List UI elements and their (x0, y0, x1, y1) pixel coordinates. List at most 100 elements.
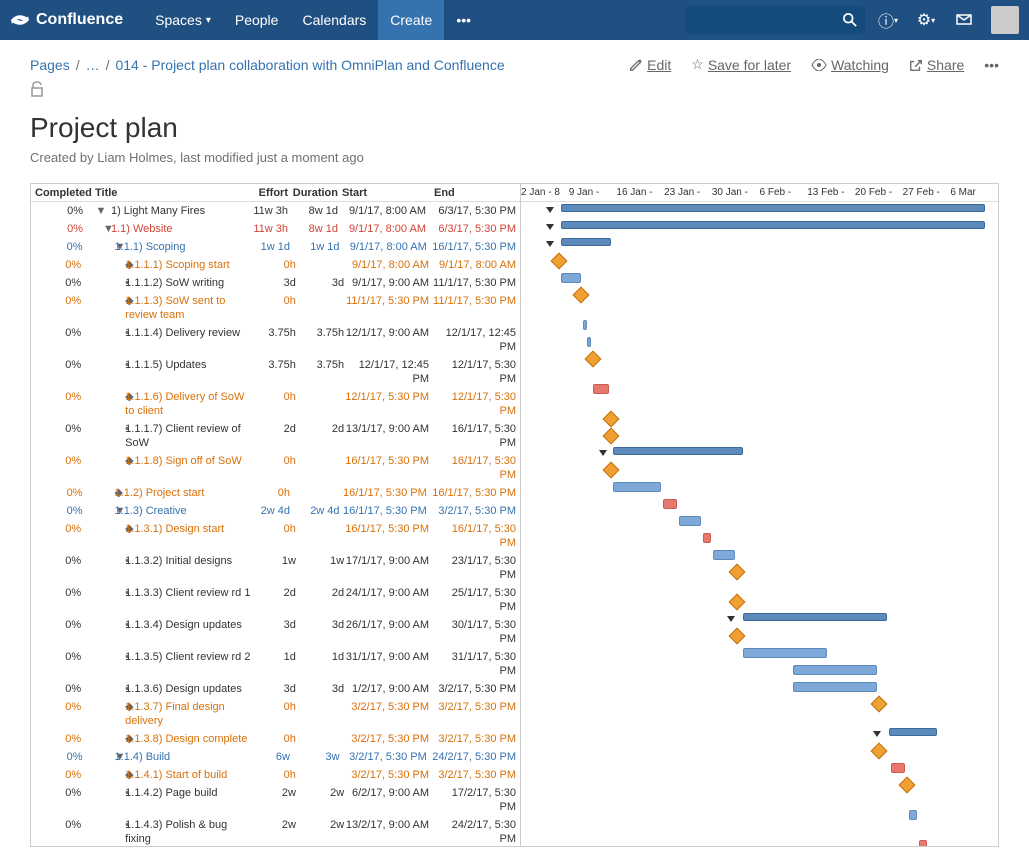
nav-more[interactable]: ••• (444, 0, 483, 40)
breadcrumb-parent[interactable]: … (86, 57, 100, 73)
expand-triangle[interactable] (599, 450, 607, 456)
task-bar[interactable] (909, 810, 917, 820)
expand-triangle[interactable] (727, 616, 735, 622)
task-row[interactable]: 0%•1.1.3.2)Initial designs1w1w17/1/17, 9… (31, 552, 520, 584)
row-marker[interactable]: • (89, 818, 125, 832)
more-actions[interactable]: ••• (984, 57, 999, 73)
col-completed[interactable]: Completed (31, 187, 91, 199)
breadcrumb-current[interactable]: 014 - Project plan collaboration with Om… (115, 57, 504, 73)
nav-calendars[interactable]: Calendars (290, 0, 378, 40)
task-row[interactable]: 0%•1.1.4.2)Page build2w2w6/2/17, 9:00 AM… (31, 784, 520, 816)
row-marker[interactable]: ◆ (89, 454, 125, 468)
settings-icon[interactable]: ⚙▾ (907, 0, 945, 40)
expand-triangle[interactable] (873, 731, 881, 737)
task-row[interactable]: 0%•1.1.4.3)Polish & bug fixing2w2w13/2/1… (31, 816, 520, 846)
expand-triangle[interactable] (546, 207, 554, 213)
row-marker[interactable]: ▼ (91, 750, 115, 764)
task-bar[interactable] (587, 337, 591, 347)
task-bar[interactable] (593, 384, 609, 394)
milestone-diamond[interactable] (603, 411, 620, 428)
task-row[interactable]: 0%•1.1.1.4)Delivery review3.75h3.75h12/1… (31, 324, 520, 356)
row-marker[interactable]: ◆ (89, 700, 125, 714)
task-bar[interactable] (743, 648, 827, 658)
task-row[interactable]: 0%◆1.1.1.8)Sign off of SoW0h16/1/17, 5:3… (31, 452, 520, 484)
milestone-diamond[interactable] (899, 777, 916, 794)
milestone-diamond[interactable] (603, 462, 620, 479)
task-row[interactable]: 0%◆1.1.1.1)Scoping start0h9/1/17, 8:00 A… (31, 256, 520, 274)
row-marker[interactable]: ▼ (91, 504, 115, 518)
summary-bar[interactable] (561, 221, 985, 229)
row-marker[interactable]: • (89, 554, 125, 568)
task-bar[interactable] (679, 516, 701, 526)
user-avatar[interactable] (991, 6, 1019, 34)
task-row[interactable]: 0%•1.1.3.5)Client review rd 21d1d31/1/17… (31, 648, 520, 680)
nav-spaces[interactable]: Spaces▾ (143, 0, 223, 40)
watch-button[interactable]: Watching (811, 57, 889, 73)
task-bar[interactable] (703, 533, 711, 543)
task-row[interactable]: 0%◆1.1.3.8)Design complete0h3/2/17, 5:30… (31, 730, 520, 748)
milestone-diamond[interactable] (573, 287, 590, 304)
help-icon[interactable]: ⓘ▾ (869, 0, 907, 40)
milestone-diamond[interactable] (603, 428, 620, 445)
row-marker[interactable]: ▼ (91, 204, 111, 218)
nav-people[interactable]: People (223, 0, 291, 40)
row-marker[interactable]: ▼ (91, 240, 115, 254)
milestone-diamond[interactable] (585, 351, 602, 368)
row-marker[interactable]: • (89, 326, 125, 340)
col-duration[interactable]: Duration (288, 187, 338, 199)
summary-bar[interactable] (743, 613, 887, 621)
task-bar[interactable] (663, 499, 677, 509)
task-bar[interactable] (919, 840, 927, 846)
task-row[interactable]: 0%•1.1.1.7)Client review of SoW2d2d13/1/… (31, 420, 520, 452)
milestone-diamond[interactable] (729, 564, 746, 581)
unlocked-icon[interactable] (30, 81, 999, 102)
breadcrumb-pages[interactable]: Pages (30, 57, 70, 73)
task-bar[interactable] (793, 682, 877, 692)
task-row[interactable]: 0%◆1.1.2)Project start0h16/1/17, 5:30 PM… (31, 484, 520, 502)
col-effort[interactable]: Effort (246, 187, 288, 199)
row-marker[interactable]: • (89, 276, 125, 290)
expand-triangle[interactable] (546, 224, 554, 230)
task-row[interactable]: 0%◆1.1.3.7)Final design delivery0h3/2/17… (31, 698, 520, 730)
row-marker[interactable]: ◆ (89, 522, 125, 536)
row-marker[interactable]: • (89, 650, 125, 664)
col-title[interactable]: Title (91, 187, 246, 199)
col-end[interactable]: End (430, 187, 520, 199)
task-row[interactable]: 0%•1.1.3.3)Client review rd 12d2d24/1/17… (31, 584, 520, 616)
task-row[interactable]: 0%◆1.1.1.6)Delivery of SoW to client0h12… (31, 388, 520, 420)
row-marker[interactable]: • (89, 422, 125, 436)
task-bar[interactable] (583, 320, 587, 330)
task-bar[interactable] (793, 665, 877, 675)
task-row[interactable]: 0%◆1.1.3.1)Design start0h16/1/17, 5:30 P… (31, 520, 520, 552)
summary-bar[interactable] (889, 728, 937, 736)
task-row[interactable]: 0%◆1.1.4.1)Start of build0h3/2/17, 5:30 … (31, 766, 520, 784)
summary-bar[interactable] (613, 447, 743, 455)
save-button[interactable]: ☆ Save for later (691, 56, 791, 73)
share-button[interactable]: Share (909, 57, 964, 73)
nav-create[interactable]: Create (378, 0, 444, 40)
row-marker[interactable]: ◆ (89, 258, 125, 272)
task-row[interactable]: 0%▼1.1.3)Creative2w 4d2w 4d16/1/17, 5:30… (31, 502, 520, 520)
expand-triangle[interactable] (546, 241, 554, 247)
row-marker[interactable]: ◆ (89, 294, 125, 308)
brand-logo[interactable]: Confluence (10, 10, 123, 30)
row-marker[interactable]: ◆ (89, 732, 125, 746)
task-bar[interactable] (891, 763, 905, 773)
milestone-diamond[interactable] (871, 696, 888, 713)
task-row[interactable]: 0%•1.1.1.5)Updates3.75h3.75h12/1/17, 12:… (31, 356, 520, 388)
task-bar[interactable] (613, 482, 661, 492)
task-row[interactable]: 0%▼1.1.1)Scoping1w 1d1w 1d9/1/17, 8:00 A… (31, 238, 520, 256)
task-row[interactable]: 0%▼1.1.4)Build6w3w3/2/17, 5:30 PM24/2/17… (31, 748, 520, 766)
task-bar[interactable] (713, 550, 735, 560)
summary-bar[interactable] (561, 204, 985, 212)
task-row[interactable]: 0%▼1)Light Many Fires11w 3h8w 1d9/1/17, … (31, 202, 520, 220)
milestone-diamond[interactable] (729, 594, 746, 611)
notifications-icon[interactable] (945, 0, 983, 40)
row-marker[interactable]: • (89, 786, 125, 800)
search-input[interactable] (685, 6, 865, 34)
task-row[interactable]: 0%•1.1.1.2)SoW writing3d3d9/1/17, 9:00 A… (31, 274, 520, 292)
task-row[interactable]: 0%•1.1.3.6)Design updates3d3d1/2/17, 9:0… (31, 680, 520, 698)
milestone-diamond[interactable] (551, 253, 568, 270)
row-marker[interactable]: ◆ (91, 486, 115, 500)
row-marker[interactable]: ▼ (91, 222, 111, 236)
